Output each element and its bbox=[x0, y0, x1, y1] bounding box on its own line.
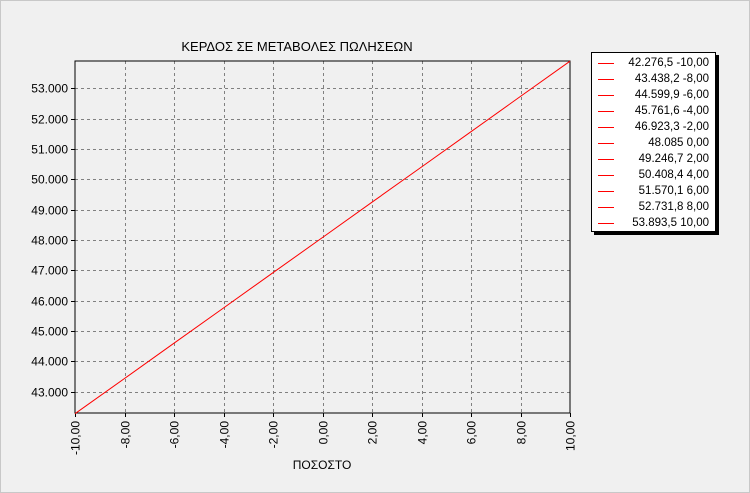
legend-item: 43.438,2 -8,00 bbox=[592, 71, 715, 87]
x-tick-label: 10,00 bbox=[564, 421, 578, 451]
legend-label: 53.893,5 10,00 bbox=[632, 217, 709, 229]
y-tick-label: 49.000 bbox=[31, 204, 68, 218]
y-tick-label: 53.000 bbox=[31, 82, 68, 96]
y-tick-label: 51.000 bbox=[31, 143, 68, 157]
legend-label: 43.438,2 -8,00 bbox=[634, 73, 709, 85]
y-axis: 43.000 44.000 45.000 46.000 47.000 48.000 49.0… bbox=[31, 82, 75, 400]
legend-item: 48.085 0,00 bbox=[592, 135, 715, 151]
legend-label: 42.276,5 -10,00 bbox=[628, 57, 709, 69]
y-tick-label: 47.000 bbox=[31, 264, 68, 278]
legend-swatch bbox=[598, 111, 614, 112]
legend: 42.276,5 -10,00 43.438,2 -8,00 44.599,9 -6… bbox=[591, 52, 716, 232]
series-line bbox=[74, 60, 571, 415]
legend-item: 52.731,8 8,00 bbox=[592, 199, 715, 215]
legend-label: 51.570,1 6,00 bbox=[638, 185, 709, 197]
x-tick-label: 0,00 bbox=[317, 421, 331, 445]
x-tick-label: -8,00 bbox=[119, 421, 133, 449]
y-tick-label: 48.000 bbox=[31, 234, 68, 248]
legend-label: 46.923,3 -2,00 bbox=[634, 121, 709, 133]
y-tick-label: 43.000 bbox=[31, 386, 68, 400]
series-layer bbox=[74, 60, 571, 415]
y-tick-label: 44.000 bbox=[31, 355, 68, 369]
legend-swatch bbox=[598, 63, 614, 64]
legend-swatch bbox=[598, 143, 614, 144]
x-tick-label: 6,00 bbox=[465, 421, 479, 445]
legend-swatch bbox=[598, 191, 614, 192]
x-axis: -10,00 -8,00 -6,00 -4,00 -2,00 0,00 2,00 4,00 6,… bbox=[69, 413, 578, 455]
legend-item: 51.570,1 6,00 bbox=[592, 183, 715, 199]
legend-label: 45.761,6 -4,00 bbox=[634, 105, 709, 117]
legend-item: 49.246,7 2,00 bbox=[592, 151, 715, 167]
legend-label: 48.085 0,00 bbox=[648, 137, 709, 149]
x-tick-label: 2,00 bbox=[366, 421, 380, 445]
x-axis-label: ΠΟΣΟΣΤΟ bbox=[293, 458, 352, 472]
y-tick-label: 52.000 bbox=[31, 113, 68, 127]
legend-label: 50.408,4 4,00 bbox=[638, 169, 709, 181]
x-tick-label: 8,00 bbox=[515, 421, 529, 445]
y-tick-label: 50.000 bbox=[31, 173, 68, 187]
x-tick-label: 4,00 bbox=[416, 421, 430, 445]
legend-swatch bbox=[598, 223, 614, 224]
legend-swatch bbox=[598, 127, 614, 128]
x-tick-label: -10,00 bbox=[69, 421, 83, 455]
legend-item: 45.761,6 -4,00 bbox=[592, 103, 715, 119]
legend-swatch bbox=[598, 175, 614, 176]
legend-item: 46.923,3 -2,00 bbox=[592, 119, 715, 135]
y-tick-label: 45.000 bbox=[31, 325, 68, 339]
legend-label: 44.599,9 -6,00 bbox=[634, 89, 709, 101]
legend-item: 44.599,9 -6,00 bbox=[592, 87, 715, 103]
y-tick-label: 46.000 bbox=[31, 295, 68, 309]
legend-swatch bbox=[598, 207, 614, 208]
x-tick-label: -2,00 bbox=[267, 421, 281, 449]
x-tick-label: -6,00 bbox=[168, 421, 182, 449]
legend-item: 42.276,5 -10,00 bbox=[592, 55, 715, 71]
legend-swatch bbox=[598, 95, 614, 96]
legend-label: 52.731,8 8,00 bbox=[638, 201, 709, 213]
legend-swatch bbox=[598, 79, 614, 80]
legend-item: 50.408,4 4,00 bbox=[592, 167, 715, 183]
legend-swatch bbox=[598, 159, 614, 160]
legend-label: 49.246,7 2,00 bbox=[638, 153, 709, 165]
legend-item: 53.893,5 10,00 bbox=[592, 215, 715, 231]
chart-title: ΚΕΡΔΟΣ ΣΕ ΜΕΤΑΒΟΛΕΣ ΠΩΛΗΣΕΩΝ bbox=[181, 39, 412, 54]
x-tick-label: -4,00 bbox=[218, 421, 232, 449]
